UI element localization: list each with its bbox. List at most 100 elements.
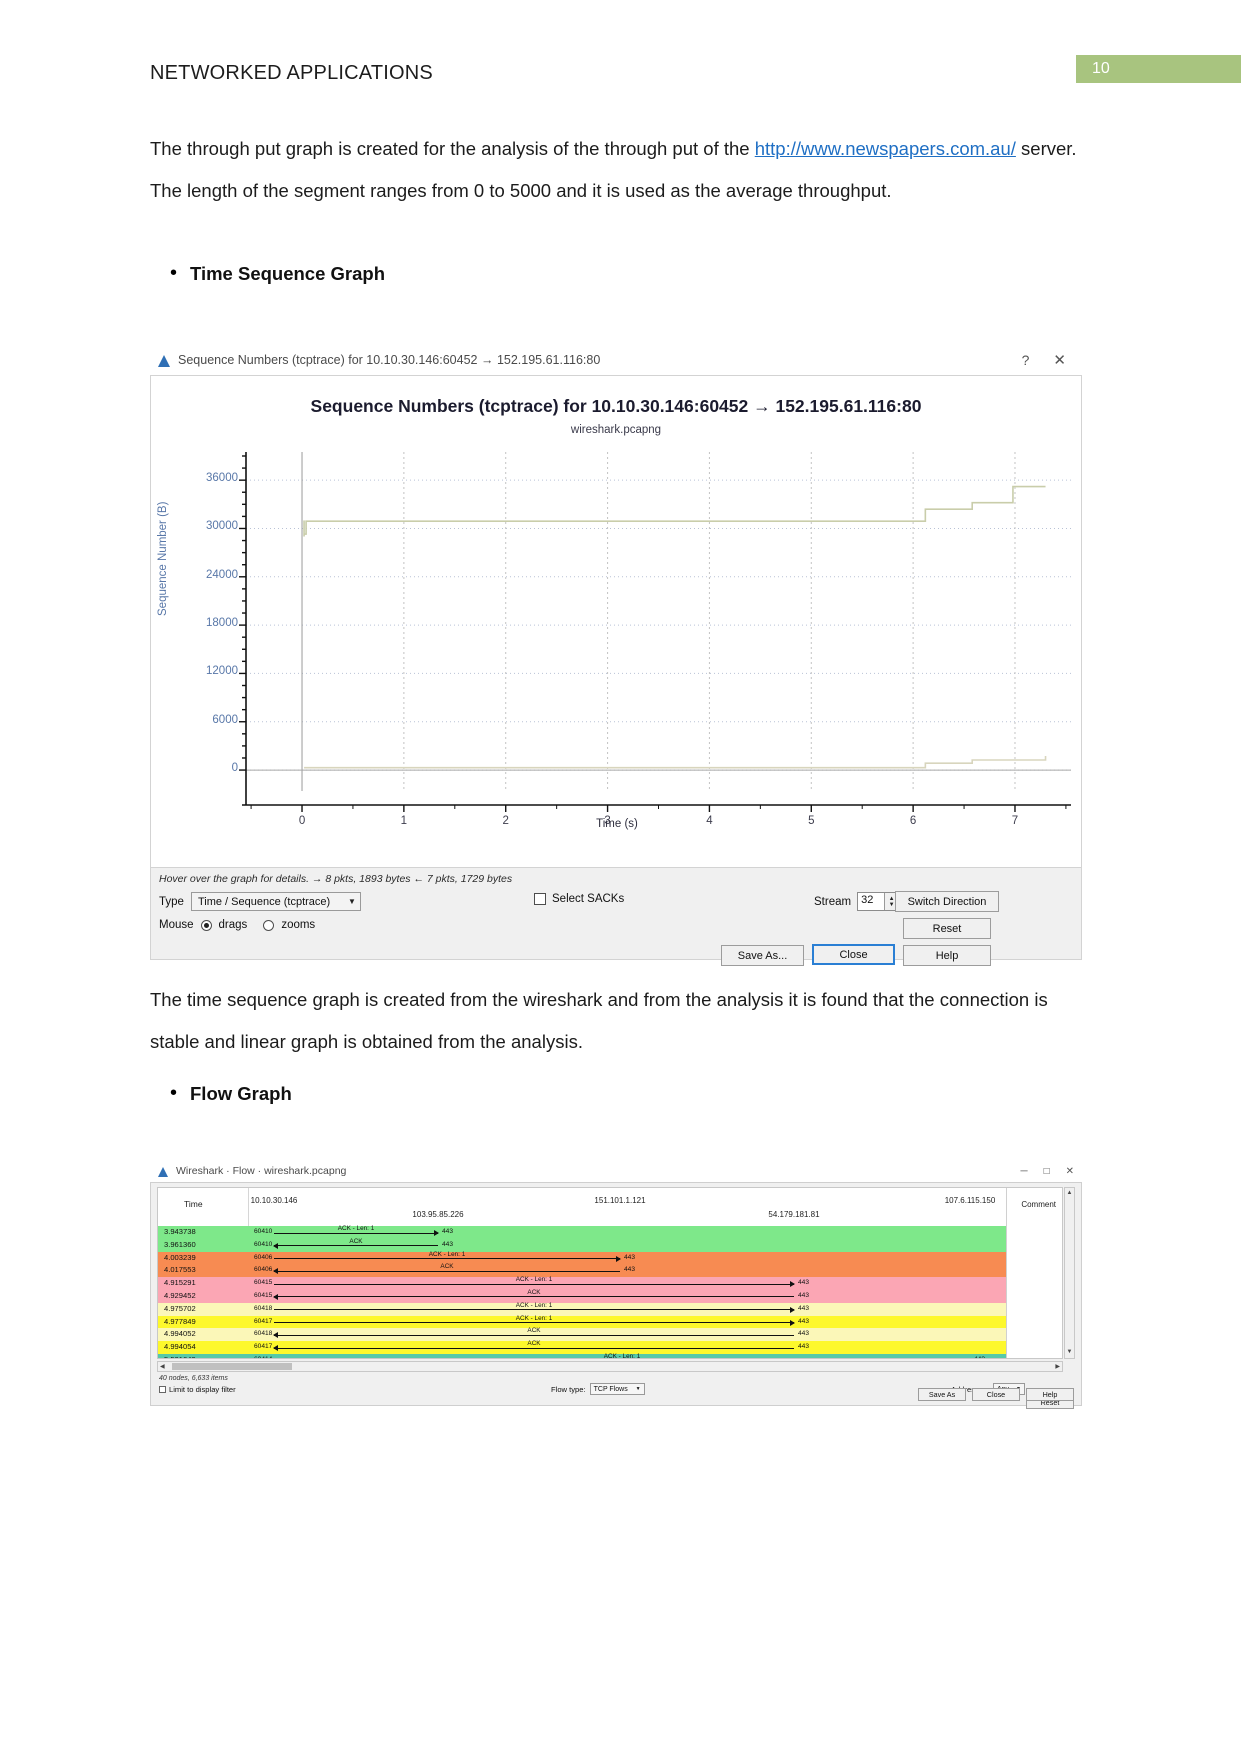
bullet-dot-icon-2: • xyxy=(170,1082,178,1104)
flow-row[interactable]: 4.99405260418ACK443Seq = 1 Ack = 2 xyxy=(158,1327,1062,1342)
flow-arrow xyxy=(274,1281,795,1288)
flow-row-time: 3.961360 xyxy=(164,1239,196,1249)
flow-horizontal-scrollbar[interactable]: ◀ ▶ xyxy=(157,1361,1063,1372)
scroll-down-icon[interactable]: ▼ xyxy=(1065,1347,1074,1358)
mouse-drags-label: drags xyxy=(218,919,248,931)
flow-row[interactable]: 4.91529160415ACK - Len: 1443Seq = 1 Ack … xyxy=(158,1276,1062,1290)
sequence-window-title: Sequence Numbers (tcptrace) for 10.10.30… xyxy=(178,353,601,367)
stream-value: 32 xyxy=(861,894,874,906)
flow-row-time: 4.929452 xyxy=(164,1290,196,1300)
help-icon[interactable]: ? xyxy=(1022,352,1030,368)
flow-row-dest-port: 443 xyxy=(624,1253,636,1261)
mouse-drags-radio[interactable] xyxy=(200,919,212,931)
flow-close-button[interactable]: Close xyxy=(972,1388,1020,1401)
save-as-button[interactable]: Save As... xyxy=(721,945,804,966)
scroll-left-icon[interactable]: ◀ xyxy=(160,1363,165,1370)
chart-y-tick-label: 18000 xyxy=(206,617,238,630)
flow-row-time: 4.915291 xyxy=(164,1278,196,1288)
flow-type-group: Flow type: TCP Flows ▼ xyxy=(551,1383,645,1395)
flow-row-dest-port: 443 xyxy=(442,1240,454,1248)
flow-row[interactable]: 5.50164960414ACK - Len: 1443Seq = 1 Ack … xyxy=(158,1352,1062,1359)
flow-arrow xyxy=(274,1306,795,1313)
wireshark-logo-icon xyxy=(158,354,171,367)
bullet-time-sequence-label: Time Sequence Graph xyxy=(190,262,385,284)
flow-window-body: Time 10.10.30.146 103.95.85.226 151.101.1.… xyxy=(150,1182,1082,1409)
newspapers-link[interactable]: http://www.newspapers.com.au/ xyxy=(755,138,1016,159)
flow-row-time: 3.943738 xyxy=(164,1227,196,1236)
wireshark-logo-icon-2 xyxy=(158,1166,169,1177)
flow-row[interactable]: 4.01755360406ACK443Seq = 1 Ack = 2 xyxy=(158,1263,1062,1278)
minimize-icon[interactable]: ─ xyxy=(1020,1166,1027,1177)
flow-row-source-port: 60418 xyxy=(254,1304,273,1312)
chart-y-tick-label: 12000 xyxy=(206,665,238,678)
scroll-right-icon[interactable]: ▶ xyxy=(1055,1363,1060,1370)
flow-limit-filter-group[interactable]: Limit to display filter xyxy=(159,1385,236,1394)
flow-comment-column xyxy=(1006,1188,1062,1358)
paragraph-intro-part1: The through put graph is created for the… xyxy=(150,138,755,159)
flow-vertical-scrollbar[interactable]: ▲ ▼ xyxy=(1064,1187,1075,1359)
flow-row-dest-port: 443 xyxy=(798,1317,810,1325)
mouse-zooms-label: zooms xyxy=(281,919,316,931)
flow-type-dropdown[interactable]: TCP Flows ▼ xyxy=(589,1383,645,1395)
flow-row-dest-port: 443 xyxy=(798,1330,810,1338)
close-icon-2[interactable]: ✕ xyxy=(1066,1166,1074,1177)
type-dropdown[interactable]: Time / Sequence (tcptrace) ▼ xyxy=(190,892,361,911)
flow-row[interactable]: 3.94373860410ACK - Len: 1443Seq = 1 Ack … xyxy=(158,1225,1062,1239)
page-number: 10 xyxy=(1092,60,1110,77)
flow-row[interactable]: 4.92945260415ACK443Seq = 1 Ack = 2 xyxy=(158,1289,1062,1303)
chart-plot-area[interactable]: Sequence Number (B) 0 6000 12000 18000 24000… xyxy=(151,446,1083,866)
chevron-down-icon: ▼ xyxy=(348,897,356,906)
flow-arrow-label: ACK - Len: 1 xyxy=(515,1314,553,1322)
flow-row[interactable]: 4.97570260418ACK - Len: 1443Seq = 1 Ack … xyxy=(158,1302,1062,1316)
flow-row-source-port: 60410 xyxy=(254,1240,273,1248)
select-sacks-group[interactable]: Select SACKs xyxy=(534,893,624,905)
chart-x-axis-label: Time (s) xyxy=(596,818,638,830)
flow-node-label: 54.179.181.81 xyxy=(768,1210,820,1219)
flow-row-source-port: 60418 xyxy=(254,1330,273,1338)
chart-svg xyxy=(239,452,1071,812)
flow-row[interactable]: 4.00323960406ACK - Len: 1443Seq = 1 Ack … xyxy=(158,1251,1062,1265)
mouse-label: Mouse xyxy=(159,919,194,931)
switch-direction-button[interactable]: Switch Direction xyxy=(895,891,999,912)
flow-row-dest-port: 443 xyxy=(798,1304,810,1312)
flow-arrow-label: ACK xyxy=(527,1340,541,1348)
flow-row-dest-port: 443 xyxy=(798,1291,810,1299)
chevron-down-icon-2: ▼ xyxy=(635,1386,641,1392)
reset-button[interactable]: Reset xyxy=(903,918,991,939)
flow-row-dest-port: 443 xyxy=(798,1279,810,1287)
flow-diagram-canvas[interactable]: Time 10.10.30.146 103.95.85.226 151.101.1.… xyxy=(157,1187,1063,1359)
chart-y-tick-label: 30000 xyxy=(206,520,238,533)
flow-row-time: 4.994052 xyxy=(164,1329,196,1339)
close-button[interactable]: Close xyxy=(812,944,895,965)
sequence-window-titlebar: Sequence Numbers (tcptrace) for 10.10.30… xyxy=(150,345,1082,375)
limit-filter-checkbox[interactable] xyxy=(159,1386,166,1393)
mouse-zooms-radio[interactable] xyxy=(263,919,275,931)
flow-row-source-port: 60406 xyxy=(254,1266,273,1274)
paragraph-intro: The through put graph is created for the… xyxy=(150,128,1080,212)
flow-arrow-label: ACK xyxy=(349,1237,363,1245)
flow-row[interactable]: 4.97784960417ACK - Len: 1443Seq = 1 Ack … xyxy=(158,1314,1062,1329)
stream-control-group: Stream 32 ▲ ▼ xyxy=(814,892,900,911)
hover-hint-text: Hover over the graph for details. → 8 pk… xyxy=(159,873,513,885)
scroll-up-icon[interactable]: ▲ xyxy=(1065,1188,1074,1199)
stream-spinbox[interactable]: 32 ▲ ▼ xyxy=(857,892,900,911)
flow-arrow-label: ACK - Len: 1 xyxy=(603,1352,641,1359)
flow-row-time: 4.977849 xyxy=(164,1316,196,1326)
chart-y-tick-label: 6000 xyxy=(212,713,238,726)
mouse-control-group: Mouse drags zooms xyxy=(159,919,315,931)
flow-row-time: 4.003239 xyxy=(164,1252,196,1262)
flow-arrow-label: ACK xyxy=(440,1263,454,1271)
flow-row-source-port: 60417 xyxy=(254,1317,273,1325)
flow-save-as-button[interactable]: Save As xyxy=(918,1388,966,1401)
flow-help-button[interactable]: Help xyxy=(1026,1388,1074,1401)
flow-row[interactable]: 3.96136060410ACK443Seq = 1 Ack = 2 xyxy=(158,1237,1062,1252)
limit-filter-label: Limit to display filter xyxy=(169,1385,236,1394)
flow-graph-window: Wireshark · Flow · wireshark.pcapng ─ □ … xyxy=(150,1160,1082,1409)
bullet-flow-graph: • Flow Graph xyxy=(150,1082,292,1105)
maximize-icon[interactable]: □ xyxy=(1044,1166,1050,1177)
flow-hscroll-thumb[interactable] xyxy=(172,1363,292,1370)
close-icon[interactable]: ✕ xyxy=(1053,351,1066,369)
select-sacks-checkbox[interactable] xyxy=(534,893,546,905)
help-button[interactable]: Help xyxy=(903,945,991,966)
chart-subtitle: wireshark.pcapng xyxy=(570,424,662,436)
